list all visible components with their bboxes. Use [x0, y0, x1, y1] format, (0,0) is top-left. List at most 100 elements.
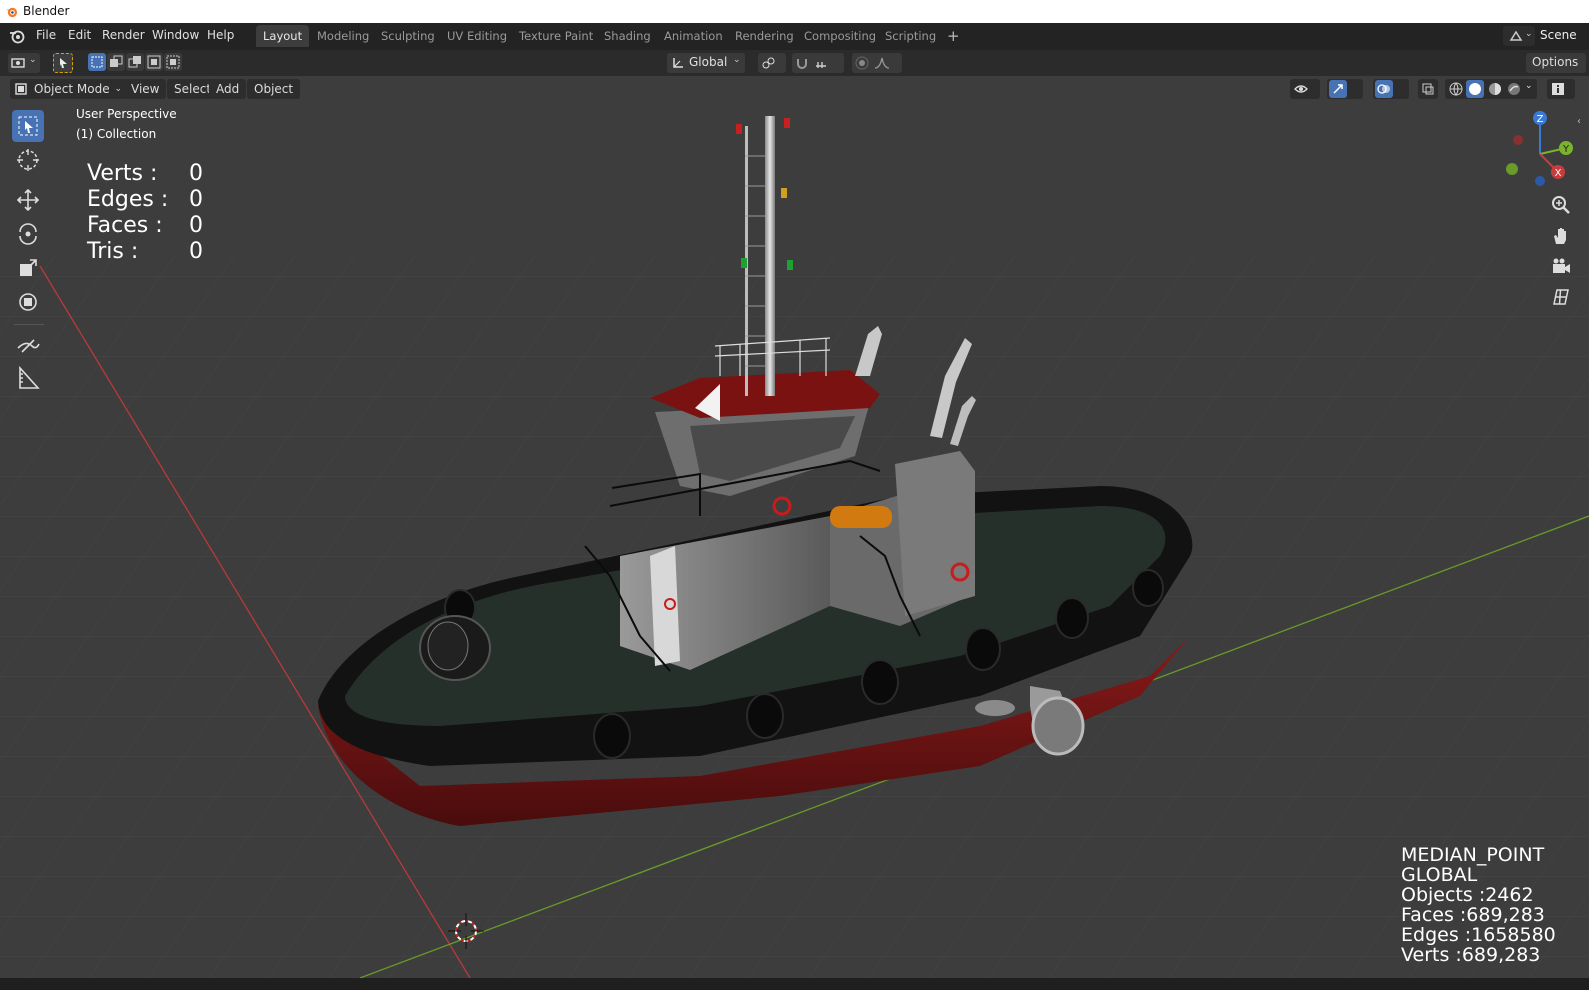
menu-view[interactable]: View: [124, 79, 167, 99]
options-label: Options: [1532, 55, 1579, 69]
wireframe-shading-icon[interactable]: [1449, 82, 1463, 96]
camera-view-button[interactable]: [1549, 255, 1573, 279]
falloff-curve-icon: [874, 57, 890, 69]
view-perspective-label: User Perspective: [76, 107, 177, 121]
annotate-pencil-icon: [17, 339, 40, 353]
menu-help[interactable]: Help: [207, 28, 234, 42]
scene-icon: [1509, 30, 1523, 41]
move-tool[interactable]: [12, 184, 44, 216]
select-box-tool-button[interactable]: [53, 53, 73, 73]
selection-stats: Verts : 0 Edges : 0 Faces : 0 Tris : 0: [87, 161, 203, 265]
menu-add[interactable]: Add: [209, 79, 247, 99]
zoom-view-button[interactable]: [1549, 193, 1573, 217]
options-dropdown[interactable]: Options: [1526, 53, 1586, 73]
info-dropdown[interactable]: [1547, 79, 1575, 99]
stats-row-faces: Faces : 0: [87, 213, 203, 239]
tab-compositing[interactable]: Compositing: [797, 25, 883, 47]
cursor-target-icon: [17, 149, 39, 171]
stats-label: Tris :: [87, 239, 139, 264]
pan-view-button[interactable]: [1549, 224, 1573, 248]
snapping-controls[interactable]: [792, 53, 844, 73]
transform-orientation-dropdown[interactable]: Global ⌄: [667, 53, 745, 73]
measure-ruler-icon: [19, 365, 40, 389]
solid-shading-icon[interactable]: [1468, 82, 1482, 96]
stats-row-verts: Verts : 0: [87, 161, 203, 187]
transform-tool[interactable]: [12, 286, 44, 318]
blender-menu-icon[interactable]: [9, 28, 25, 44]
rendered-shading-icon[interactable]: [1507, 82, 1521, 96]
select-mode-subtract-button[interactable]: [126, 53, 144, 71]
grid-ortho-icon: [1553, 289, 1569, 305]
cursor-tool[interactable]: [12, 144, 44, 176]
select-mode-invert-button[interactable]: [145, 53, 163, 71]
tab-sculpting[interactable]: Sculpting: [374, 25, 442, 47]
gizmo-y-label: Y: [1562, 144, 1570, 155]
active-collection-label: (1) Collection: [76, 127, 157, 141]
blender-logo-icon: [5, 7, 18, 18]
tab-uv-editing[interactable]: UV Editing: [440, 25, 514, 47]
viewport-scene-canvas[interactable]: Z Y X: [0, 76, 1589, 978]
xray-icon: [1422, 83, 1434, 95]
sidebar-toggle-chevron-icon[interactable]: ‹: [1577, 116, 1581, 127]
cursor-arrow-icon: [60, 58, 67, 68]
tab-texture-paint[interactable]: Texture Paint: [512, 25, 600, 47]
tab-animation[interactable]: Animation: [657, 25, 730, 47]
overlays-toggle[interactable]: [1373, 79, 1409, 99]
select-invert-icon: [147, 55, 161, 69]
visibility-dropdown[interactable]: [1290, 79, 1320, 99]
tab-rendering[interactable]: Rendering: [728, 25, 801, 47]
select-mode-intersect-button[interactable]: [164, 53, 182, 71]
menu-window[interactable]: Window: [152, 28, 199, 42]
select-box-tool[interactable]: [12, 110, 44, 142]
select-extend-icon: [110, 55, 123, 67]
tool-header: ⌄ Global ⌄ Options: [0, 50, 1589, 76]
stats-value: 0: [189, 213, 203, 238]
scene-name: Scene: [1540, 28, 1577, 42]
rotate-icon: [19, 223, 37, 245]
orthographic-toggle-button[interactable]: [1549, 285, 1573, 309]
add-workspace-button[interactable]: +: [940, 25, 967, 47]
window-title-bar: Blender: [0, 0, 1589, 23]
material-shading-icon[interactable]: [1488, 82, 1502, 96]
select-intersect-icon: [166, 55, 180, 69]
mode-label: Object Mode: [34, 82, 110, 96]
menu-object[interactable]: Object: [247, 79, 301, 99]
select-mode-extend-button[interactable]: [107, 53, 125, 71]
stats-label: Verts :: [87, 161, 158, 186]
move-arrows-icon: [16, 188, 40, 212]
shading-mode-buttons[interactable]: ⌄: [1445, 79, 1537, 99]
chevron-down-icon: ⌄: [114, 84, 122, 94]
hand-icon: [1554, 228, 1566, 244]
3d-viewport[interactable]: Z Y X: [0, 76, 1589, 978]
transform-icon: [19, 293, 37, 311]
annotate-tool[interactable]: [12, 328, 44, 360]
select-mode-new-button[interactable]: [88, 53, 106, 71]
rotate-tool[interactable]: [12, 218, 44, 250]
editor-type-button[interactable]: ⌄: [8, 53, 40, 73]
tab-scripting[interactable]: Scripting: [878, 25, 943, 47]
scale-tool[interactable]: [12, 252, 44, 284]
tab-modeling[interactable]: Modeling: [310, 25, 376, 47]
top-menu-bar: File Edit Render Window Help Layout Mode…: [0, 23, 1589, 50]
mode-dropdown[interactable]: Object Mode ⌄: [10, 79, 128, 99]
pivot-point-dropdown[interactable]: [758, 53, 786, 73]
shading-options-chevron-icon[interactable]: ⌄: [1525, 81, 1533, 91]
measure-tool[interactable]: [12, 362, 44, 394]
gizmo-toggle[interactable]: [1327, 79, 1363, 99]
eye-icon: [1294, 85, 1308, 93]
tab-layout[interactable]: Layout: [256, 25, 310, 47]
xray-toggle[interactable]: [1418, 79, 1438, 99]
menu-edit[interactable]: Edit: [68, 28, 91, 42]
stats-row-edges: Edges : 0: [87, 187, 203, 213]
snap-magnet-icon: [797, 59, 807, 69]
proportional-editing-controls[interactable]: [852, 53, 902, 73]
tab-shading[interactable]: Shading: [597, 25, 658, 47]
scene-selector[interactable]: ⌄ Scene: [1503, 23, 1589, 50]
stats-label: Faces :: [87, 213, 163, 238]
overlays-icon: [1377, 84, 1390, 94]
menu-file[interactable]: File: [36, 28, 56, 42]
gizmo-x-label: X: [1555, 168, 1562, 179]
pivot-icon: [762, 57, 775, 69]
stats-label: Edges :: [87, 187, 169, 212]
menu-render[interactable]: Render: [102, 28, 145, 42]
